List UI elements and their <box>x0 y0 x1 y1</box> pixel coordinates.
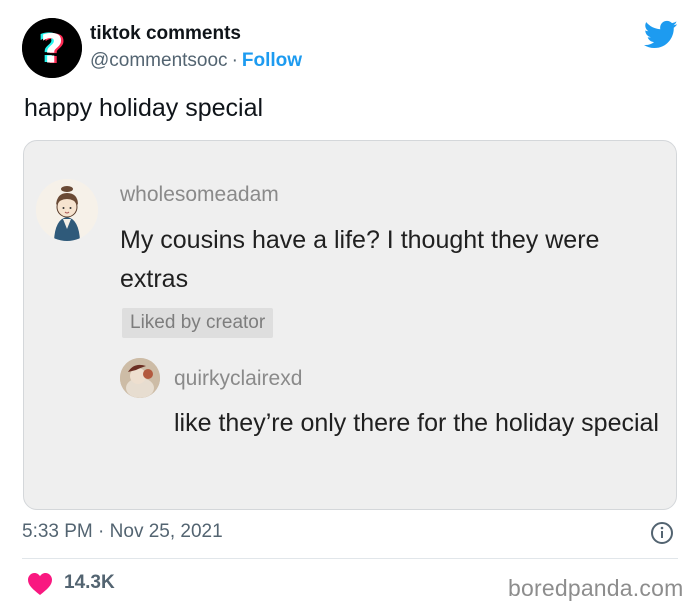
commenter-username: wholesomeadam <box>120 183 279 206</box>
embedded-image[interactable]: wholesomeadam My cousins have a life? I … <box>23 140 677 510</box>
like-count[interactable]: 14.3K <box>64 572 115 594</box>
handle-separator: · <box>231 50 238 71</box>
commenter-avatar <box>36 179 98 241</box>
tweet-timestamp[interactable]: 5:33 PM · Nov 25, 2021 <box>22 521 223 543</box>
tiktok-question-mark-logo-icon: ? ? ? <box>22 18 82 78</box>
timestamp-separator: · <box>98 521 105 542</box>
author-handle-line: @commentsooc · Follow <box>90 50 302 72</box>
author-avatar[interactable]: ? ? ? <box>22 18 82 78</box>
tweet-text: happy holiday special <box>24 94 264 122</box>
info-icon[interactable] <box>650 521 674 545</box>
twitter-bird-icon[interactable] <box>644 20 678 50</box>
tweet-date: Nov 25, 2021 <box>109 521 223 542</box>
reply-text: like they’re only there for the holiday … <box>174 409 659 437</box>
follow-button[interactable]: Follow <box>242 50 302 71</box>
author-handle[interactable]: @commentsooc <box>90 50 228 71</box>
author-name[interactable]: tiktok comments <box>90 23 241 45</box>
heart-icon[interactable] <box>27 572 53 596</box>
liked-by-creator-badge: Liked by creator <box>122 308 274 338</box>
watermark: boredpanda.com <box>508 575 684 601</box>
tweet-time: 5:33 PM <box>22 521 93 542</box>
footer-divider <box>22 558 678 559</box>
reply-avatar <box>120 358 160 398</box>
tweet-card: ? ? ? tiktok comments @commentsooc · Follo… <box>0 0 700 611</box>
comment-text: My cousins have a life? I thought they w… <box>120 226 600 293</box>
reply-username: quirkyclairexd <box>174 367 303 390</box>
svg-text:?: ? <box>40 27 63 73</box>
